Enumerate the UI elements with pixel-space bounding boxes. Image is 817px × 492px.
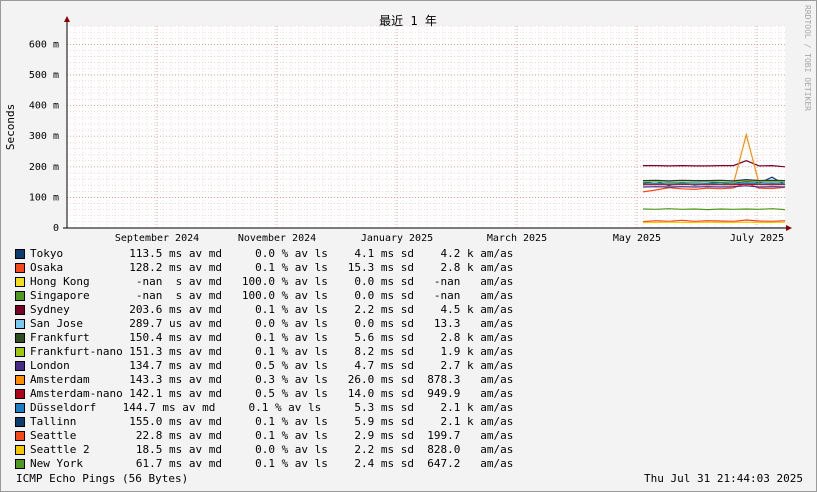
legend-series-stats: 128.2 ms av md 0.1 % av ls 15.3 ms sd 2.… — [116, 261, 514, 274]
x-tick-label: May 2025 — [613, 233, 661, 244]
legend-entry: Tallinn 155.0 ms av md 0.1 % av ls 5.9 m… — [14, 415, 614, 429]
legend-swatch — [15, 277, 25, 287]
series-line-new-york — [642, 208, 786, 211]
legend-series-stats: 144.7 ms av md 0.1 % av ls 5.3 ms sd 2.1… — [116, 401, 514, 414]
legend-entry: Amsterdam 143.3 ms av md 0.3 % av ls 26.… — [14, 373, 614, 387]
chart-title: 最近 1 年 — [379, 14, 437, 28]
y-tick-label: 300 m — [29, 131, 59, 142]
x-axis-arrow — [786, 225, 792, 231]
footer-timestamp: Thu Jul 31 21:44:03 2025 — [644, 472, 803, 485]
legend-swatch — [15, 263, 25, 273]
legend-series-name: Frankfurt — [30, 331, 90, 344]
x-tick-label: September 2024 — [115, 233, 199, 244]
y-tick-label: 100 m — [29, 192, 59, 203]
legend-swatch — [15, 431, 25, 441]
legend-series-stats: 22.8 ms av md 0.1 % av ls 2.9 ms sd 199.… — [116, 429, 514, 442]
footer-caption: ICMP Echo Pings (56 Bytes) — [16, 472, 189, 485]
legend-swatch — [15, 375, 25, 385]
legend-entry: London 134.7 ms av md 0.5 % av ls 4.7 ms… — [14, 359, 614, 373]
legend-series-name: Amsterdam — [30, 373, 90, 386]
legend-series-name: Seattle — [30, 429, 77, 442]
watermark: RRDTOOL / TOBI OETIKER — [803, 5, 812, 111]
y-axis-arrow — [64, 16, 70, 22]
legend-series-name: Osaka — [30, 261, 64, 274]
legend-entry: Frankfurt 150.4 ms av md 0.1 % av ls 5.6… — [14, 331, 614, 345]
legend-swatch — [15, 417, 25, 427]
legend-series-stats: -nan s av md 100.0 % av ls 0.0 ms sd -na… — [116, 275, 514, 288]
legend-entry: Sydney 203.6 ms av md 0.1 % av ls 2.2 ms… — [14, 303, 614, 317]
legend-swatch — [15, 305, 25, 315]
x-tick-label: July 2025 — [730, 233, 784, 244]
y-axis-label: Seconds — [4, 104, 17, 150]
legend-series-name: Sydney — [30, 303, 70, 316]
legend-entry: Osaka 128.2 ms av md 0.1 % av ls 15.3 ms… — [14, 261, 614, 275]
x-tick-label: March 2025 — [487, 233, 547, 244]
legend-series-name: San Jose — [30, 317, 83, 330]
y-tick-label: 600 m — [29, 39, 59, 50]
legend-series-stats: 61.7 ms av md 0.1 % av ls 2.4 ms sd 647.… — [116, 457, 514, 470]
y-tick-label: 400 m — [29, 101, 59, 112]
legend-series-stats: 18.5 ms av md 0.0 % av ls 2.2 ms sd 828.… — [116, 443, 514, 456]
legend-swatch — [15, 333, 25, 343]
legend-entry: Tokyo 113.5 ms av md 0.0 % av ls 4.1 ms … — [14, 247, 614, 261]
legend-series-stats: 142.1 ms av md 0.5 % av ls 14.0 ms sd 94… — [116, 387, 514, 400]
y-tick-label: 0 — [53, 223, 59, 234]
y-tick-label: 500 m — [29, 70, 59, 81]
legend-entry: Seattle 22.8 ms av md 0.1 % av ls 2.9 ms… — [14, 429, 614, 443]
plot-area — [67, 26, 785, 228]
legend-series-stats: 134.7 ms av md 0.5 % av ls 4.7 ms sd 2.7… — [116, 359, 514, 372]
legend-series-name: New York — [30, 457, 83, 470]
x-tick-label: January 2025 — [361, 233, 433, 244]
legend-series-stats: 113.5 ms av md 0.0 % av ls 4.1 ms sd 4.2… — [116, 247, 514, 260]
legend-series-name: Seattle 2 — [30, 443, 90, 456]
legend-series-stats: 143.3 ms av md 0.3 % av ls 26.0 ms sd 87… — [116, 373, 514, 386]
legend-series-name: Amsterdam-nano — [30, 387, 123, 400]
legend-entry: Düsseldorf 144.7 ms av md 0.1 % av ls 5.… — [14, 401, 614, 415]
legend-swatch — [15, 403, 25, 413]
legend-swatch — [15, 445, 25, 455]
legend-swatch — [15, 249, 25, 259]
legend-swatch — [15, 291, 25, 301]
legend-series-name: Hong Kong — [30, 275, 90, 288]
y-tick-label: 200 m — [29, 162, 59, 173]
legend-series-name: Singapore — [30, 289, 90, 302]
legend-series-name: Düsseldorf — [30, 401, 97, 414]
legend-series-stats: 150.4 ms av md 0.1 % av ls 5.6 ms sd 2.8… — [116, 331, 514, 344]
legend-series-name: Frankfurt-nano — [30, 345, 123, 358]
legend-swatch — [15, 389, 25, 399]
legend-series-stats: 203.6 ms av md 0.1 % av ls 2.2 ms sd 4.5… — [116, 303, 514, 316]
legend-swatch — [15, 319, 25, 329]
legend-swatch — [15, 361, 25, 371]
legend-swatch — [15, 347, 25, 357]
legend-series-stats: 155.0 ms av md 0.1 % av ls 5.9 ms sd 2.1… — [116, 415, 514, 428]
legend-entry: New York 61.7 ms av md 0.1 % av ls 2.4 m… — [14, 457, 614, 471]
legend-series-stats: 151.3 ms av md 0.1 % av ls 8.2 ms sd 1.9… — [116, 345, 514, 358]
legend-series-stats: 289.7 us av md 0.0 % av ls 0.0 ms sd 13.… — [116, 317, 514, 330]
legend-series-name: London — [30, 359, 70, 372]
legend-swatch — [15, 459, 25, 469]
legend-entry: Frankfurt-nano 151.3 ms av md 0.1 % av l… — [14, 345, 614, 359]
legend-series-name: Tokyo — [30, 247, 64, 260]
legend-entry: San Jose 289.7 us av md 0.0 % av ls 0.0 … — [14, 317, 614, 331]
legend-entry: Hong Kong -nan s av md 100.0 % av ls 0.0… — [14, 275, 614, 289]
legend-series-name: Tallinn — [30, 415, 77, 428]
legend-entry: Seattle 2 18.5 ms av md 0.0 % av ls 2.2 … — [14, 443, 614, 457]
x-tick-label: November 2024 — [238, 233, 316, 244]
legend-entry: Amsterdam-nano 142.1 ms av md 0.5 % av l… — [14, 387, 614, 401]
legend-entry: Singapore -nan s av md 100.0 % av ls 0.0… — [14, 289, 614, 303]
legend-series-stats: -nan s av md 100.0 % av ls 0.0 ms sd -na… — [116, 289, 514, 302]
